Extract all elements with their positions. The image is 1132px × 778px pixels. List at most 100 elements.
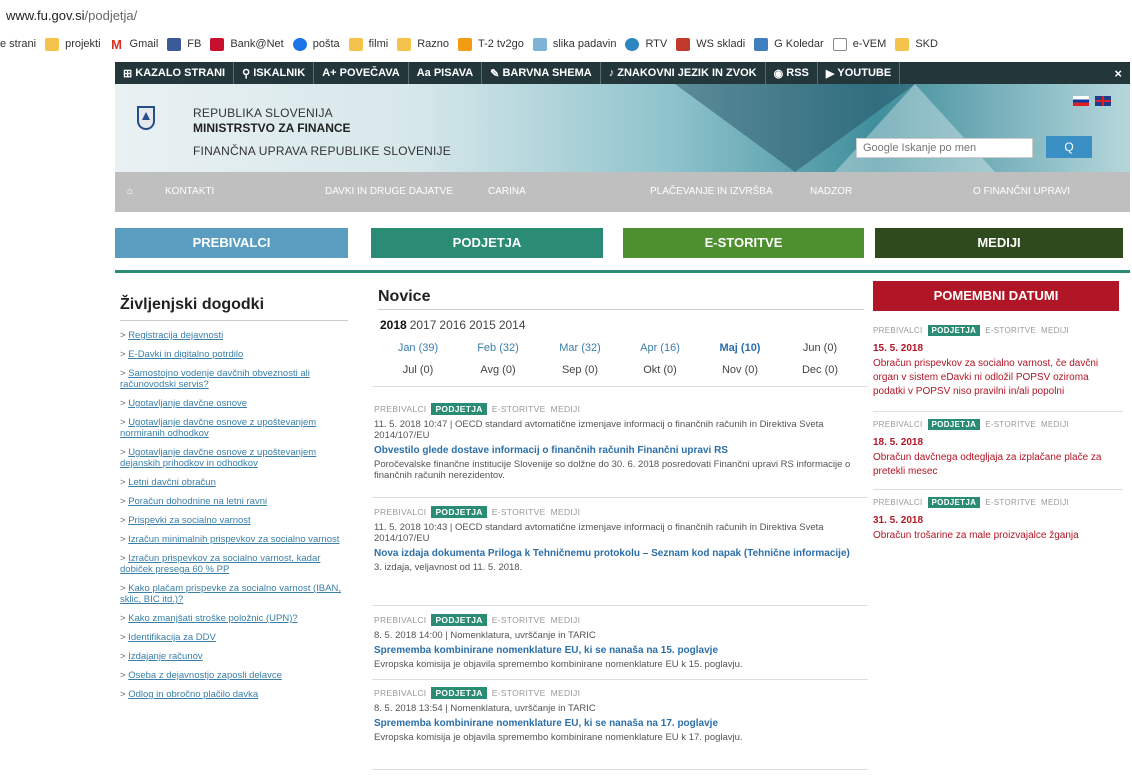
life-event-link[interactable]: Prispevki za socialno varnost bbox=[128, 515, 251, 526]
coat-of-arms-icon[interactable] bbox=[137, 106, 155, 130]
font-button[interactable]: Aa PISAVA bbox=[409, 62, 483, 84]
news-headline[interactable]: Sprememba kombinirane nomenklature EU, k… bbox=[374, 718, 866, 729]
tag-label[interactable]: MEDIJI bbox=[551, 507, 581, 517]
tag-label[interactable]: MEDIJI bbox=[1041, 498, 1069, 507]
tag-label[interactable]: MEDIJI bbox=[551, 404, 581, 414]
tab-prebivalci[interactable]: PREBIVALCI bbox=[115, 228, 348, 258]
tag-label[interactable]: MEDIJI bbox=[1041, 326, 1069, 335]
life-event-link[interactable]: Identifikacija za DDV bbox=[128, 632, 216, 643]
year-link[interactable]: 2016 bbox=[439, 318, 466, 332]
bookmark-t2[interactable]: T-2 tv2go bbox=[457, 37, 524, 51]
month-link[interactable]: Jul (0) bbox=[378, 364, 458, 376]
tag-label[interactable]: PREBIVALCI bbox=[873, 498, 923, 507]
bookmark-rtv[interactable]: RTV bbox=[625, 37, 667, 51]
bookmark-slika-padavin[interactable]: slika padavin bbox=[532, 37, 616, 51]
bookmark-filmi[interactable]: filmi bbox=[348, 37, 388, 51]
news-headline[interactable]: Obvestilo glede dostave informacij o fin… bbox=[374, 445, 866, 456]
tag-label[interactable]: PODJETJA bbox=[431, 686, 487, 699]
bookmark-bank[interactable]: Bank@Net bbox=[210, 37, 284, 51]
year-link[interactable]: 2015 bbox=[469, 318, 496, 332]
life-event-link[interactable]: Izračun prispevkov za socialno varnost, … bbox=[120, 553, 320, 575]
life-event-link[interactable]: Kako plačam prispevke za socialno varnos… bbox=[120, 583, 341, 605]
search-input[interactable] bbox=[856, 138, 1033, 158]
month-link[interactable]: Sep (0) bbox=[540, 364, 620, 376]
month-link[interactable]: Maj (10) bbox=[700, 342, 780, 354]
color-scheme-button[interactable]: ✎ BARVNA SHEMA bbox=[482, 62, 601, 84]
search-tool-button[interactable]: ⚲ ISKALNIK bbox=[234, 62, 315, 84]
sign-language-button[interactable]: ♪ ZNAKOVNI JEZIK IN ZVOK bbox=[601, 62, 766, 84]
bookmark-g-koledar[interactable]: G Koledar bbox=[754, 37, 824, 51]
life-event-link[interactable]: Registracija dejavnosti bbox=[128, 330, 223, 341]
life-event-link[interactable]: Oseba z dejavnostjo zaposli delavce bbox=[128, 670, 282, 681]
tag-label[interactable]: E-STORITVE bbox=[492, 507, 546, 517]
tag-label[interactable]: E-STORITVE bbox=[492, 688, 546, 698]
month-link[interactable]: Jun (0) bbox=[780, 342, 860, 354]
news-headline[interactable]: Nova izdaja dokumenta Priloga k Tehnične… bbox=[374, 548, 866, 559]
bookmark-e-vem[interactable]: e-VEM bbox=[832, 37, 886, 51]
life-event-link[interactable]: Izdajanje računov bbox=[128, 651, 202, 662]
bookmark-skd[interactable]: SKD bbox=[895, 37, 938, 51]
tag-label[interactable]: PREBIVALCI bbox=[374, 404, 426, 414]
tag-label[interactable]: PODJETJA bbox=[431, 402, 487, 415]
nav-item-placevanje[interactable]: PLAČEVANJE IN IZVRŠBA bbox=[650, 172, 773, 212]
year-link[interactable]: 2018 bbox=[380, 318, 407, 332]
tag-label[interactable]: E-STORITVE bbox=[985, 420, 1036, 429]
life-event-link[interactable]: Odlog in obročno plačilo davka bbox=[128, 689, 258, 700]
life-event-link[interactable]: Izračun minimalnih prispevkov za socialn… bbox=[128, 534, 339, 545]
life-event-link[interactable]: Poračun dohodnine na letni ravni bbox=[128, 496, 267, 507]
nav-item-nadzor[interactable]: NADZOR bbox=[810, 172, 852, 212]
english-flag-icon[interactable] bbox=[1095, 96, 1111, 106]
news-headline[interactable]: Sprememba kombinirane nomenklature EU, k… bbox=[374, 645, 866, 656]
tag-label[interactable]: E-STORITVE bbox=[492, 404, 546, 414]
nav-item-kontakti[interactable]: KONTAKTI bbox=[165, 172, 214, 212]
org-name-line3[interactable]: FINANČNA UPRAVA REPUBLIKE SLOVENIJE bbox=[193, 144, 451, 158]
tag-label[interactable]: PODJETJA bbox=[431, 613, 487, 626]
zoom-button[interactable]: A+ POVEČAVA bbox=[314, 62, 409, 84]
bookmark-fb[interactable]: FB bbox=[167, 37, 201, 51]
tag-label[interactable]: PREBIVALCI bbox=[873, 420, 923, 429]
search-button[interactable]: Q bbox=[1046, 136, 1092, 158]
life-event-link[interactable]: Ugotavljanje davčne osnove z upoštevanje… bbox=[120, 447, 316, 469]
bookmark-ws-skladi[interactable]: WS skladi bbox=[676, 37, 745, 51]
date-description[interactable]: Obračun prispevkov za socialno varnost, … bbox=[873, 357, 1123, 399]
tag-label[interactable]: PREBIVALCI bbox=[374, 507, 426, 517]
year-link[interactable]: 2017 bbox=[410, 318, 437, 332]
tag-label[interactable]: PREBIVALCI bbox=[374, 688, 426, 698]
nav-item-o-financni-upravi[interactable]: O FINANČNI UPRAVI bbox=[973, 172, 1070, 212]
month-link[interactable]: Feb (32) bbox=[458, 342, 538, 354]
sitemap-button[interactable]: ⊞ KAZALO STRANI bbox=[115, 62, 235, 84]
nav-item-davki[interactable]: DAVKI IN DRUGE DAJATVE bbox=[325, 172, 453, 212]
tab-e-storitve[interactable]: E-STORITVE bbox=[623, 228, 864, 258]
bookmark-posta[interactable]: pošta bbox=[292, 37, 340, 51]
date-description[interactable]: Obračun trošarine za male proizvajalce ž… bbox=[873, 529, 1123, 543]
tab-mediji[interactable]: MEDIJI bbox=[875, 228, 1123, 258]
bookmark-gmail[interactable]: M Gmail bbox=[109, 37, 158, 51]
tag-label[interactable]: PODJETJA bbox=[927, 497, 981, 508]
address-bar[interactable]: www.fu.gov.si/podjetja/ bbox=[0, 0, 1132, 30]
month-link[interactable]: Mar (32) bbox=[540, 342, 620, 354]
slovenian-flag-icon[interactable] bbox=[1073, 96, 1089, 106]
tab-podjetja[interactable]: PODJETJA bbox=[371, 228, 603, 258]
year-link[interactable]: 2014 bbox=[499, 318, 526, 332]
life-event-link[interactable]: Samostojno vodenje davčnih obveznosti al… bbox=[120, 368, 310, 390]
bookmark-razno[interactable]: Razno bbox=[397, 37, 449, 51]
tag-label[interactable]: E-STORITVE bbox=[985, 498, 1036, 507]
tag-label[interactable]: PREBIVALCI bbox=[374, 615, 426, 625]
month-link[interactable]: Okt (0) bbox=[620, 364, 700, 376]
tag-label[interactable]: PODJETJA bbox=[927, 419, 981, 430]
life-event-link[interactable]: Letni davčni obračun bbox=[128, 477, 216, 488]
tag-label[interactable]: PREBIVALCI bbox=[873, 326, 923, 335]
tag-label[interactable]: E-STORITVE bbox=[985, 326, 1036, 335]
life-event-link[interactable]: Ugotavljanje davčne osnove z upoštevanje… bbox=[120, 417, 316, 439]
tag-label[interactable]: MEDIJI bbox=[551, 615, 581, 625]
life-event-link[interactable]: Kako zmanjšati stroške položnic (UPN)? bbox=[128, 613, 297, 624]
tag-label[interactable]: PODJETJA bbox=[927, 325, 981, 336]
home-icon[interactable]: ⌂ bbox=[127, 172, 133, 212]
tag-label[interactable]: E-STORITVE bbox=[492, 615, 546, 625]
tag-label[interactable]: PODJETJA bbox=[431, 505, 487, 518]
tag-label[interactable]: MEDIJI bbox=[551, 688, 581, 698]
tag-label[interactable]: MEDIJI bbox=[1041, 420, 1069, 429]
month-link[interactable]: Avg (0) bbox=[458, 364, 538, 376]
life-event-link[interactable]: Ugotavljanje davčne osnove bbox=[128, 398, 247, 409]
nav-item-carina[interactable]: CARINA bbox=[488, 172, 526, 212]
